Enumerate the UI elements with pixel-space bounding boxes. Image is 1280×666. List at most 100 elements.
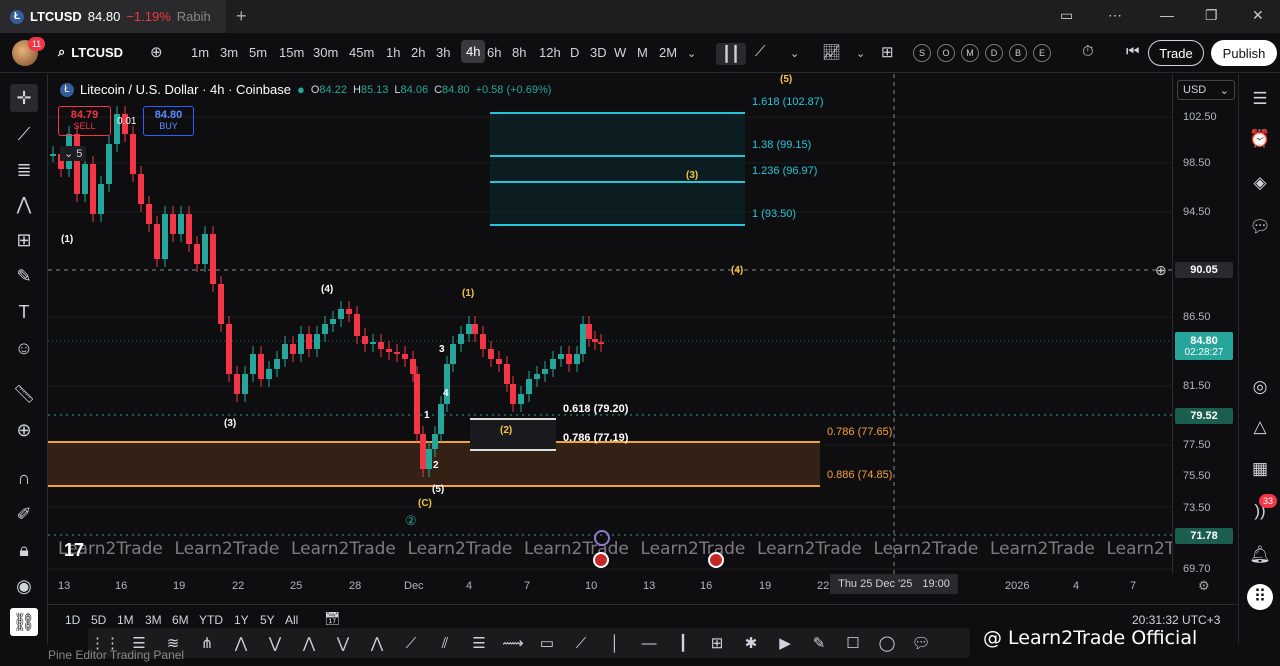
tradingview-logo[interactable]: 17 bbox=[64, 540, 84, 561]
timeframe-8h[interactable]: 8h bbox=[512, 45, 526, 60]
pattern-tool-icon[interactable]: ✱ bbox=[740, 633, 762, 653]
layouts-grid-icon[interactable]: ⊞ bbox=[881, 43, 894, 61]
target-icon[interactable]: ◎ bbox=[1247, 374, 1273, 400]
range-ytd[interactable]: YTD bbox=[199, 613, 223, 627]
ray-tool-icon[interactable]: ⟋ bbox=[570, 633, 592, 653]
position-tool-icon[interactable]: ┃ bbox=[672, 633, 694, 653]
fib-tool-icon[interactable]: ≣ bbox=[10, 156, 38, 184]
grid-tool-icon[interactable]: ⊞ bbox=[706, 633, 728, 653]
calendar-icon[interactable]: ▦ bbox=[1247, 456, 1273, 482]
path-tool-icon[interactable]: ⟿ bbox=[502, 633, 524, 653]
zoom-icon[interactable]: ⊕ bbox=[10, 416, 38, 444]
browser-tab[interactable]: Ł LTCUSD 84.80 −1.19% Rabih bbox=[0, 0, 226, 33]
price-axis[interactable]: USD ⌄ 102.50 98.50 94.50 90.05 86.50 84.8… bbox=[1172, 74, 1238, 575]
channel-tool-icon[interactable]: ☰ bbox=[468, 633, 490, 653]
layers-icon[interactable]: ◈ bbox=[1247, 170, 1273, 196]
timeframe-3D[interactable]: 3D bbox=[590, 45, 607, 60]
range-1y[interactable]: 1Y bbox=[234, 613, 249, 627]
replay-icon[interactable]: ⏮ bbox=[1126, 43, 1140, 60]
indicators-icon[interactable]: 📈︎ bbox=[822, 43, 841, 61]
currency-select[interactable]: USD ⌄ bbox=[1177, 80, 1235, 100]
bell-icon[interactable]: 🔔︎ bbox=[1247, 542, 1273, 568]
timeframe-M[interactable]: M bbox=[637, 45, 648, 60]
brush-icon[interactable]: ✎ bbox=[10, 262, 38, 290]
emoji-icon[interactable]: ☺ bbox=[10, 334, 38, 362]
timeframe-6h[interactable]: 6h bbox=[487, 45, 501, 60]
range-1m[interactable]: 1M bbox=[117, 613, 134, 627]
elliott-3-tool-icon[interactable]: ⋀ bbox=[298, 633, 320, 653]
quick-button-o[interactable]: O bbox=[937, 44, 955, 62]
link-icon[interactable]: ⛓ bbox=[10, 608, 38, 636]
timeframe-4h[interactable]: 4h bbox=[461, 40, 486, 63]
chevron-down-icon[interactable]: ⌄ bbox=[790, 47, 799, 60]
publish-button[interactable]: Publish bbox=[1211, 40, 1277, 66]
chart-area[interactable]: Learn2Trade Learn2Trade Learn2Trade Learn2T… bbox=[48, 74, 1172, 574]
clock[interactable]: 20:31:32 UTC+3 bbox=[1132, 613, 1220, 627]
more-dots-icon[interactable]: ⋯ bbox=[1108, 7, 1122, 24]
callout-tool-icon[interactable]: ☐ bbox=[842, 633, 864, 653]
hline-tool-icon[interactable]: ― bbox=[638, 633, 660, 653]
pitchfork-tool-icon[interactable]: ⋔ bbox=[196, 633, 218, 653]
layout-icon[interactable]: ▭ bbox=[1060, 7, 1073, 24]
ellipse-tool-icon[interactable]: ◯ bbox=[876, 633, 898, 653]
candles-icon[interactable]: ┃┃ bbox=[716, 43, 747, 65]
range-6m[interactable]: 6M bbox=[172, 613, 189, 627]
line-chart-icon[interactable]: ⟋ bbox=[755, 43, 766, 60]
symbol-search[interactable]: ⌕ LTCUSD bbox=[58, 44, 123, 60]
brush-tool-icon[interactable]: ✎ bbox=[808, 633, 830, 653]
time-axis[interactable]: 13 16 19 22 25 28 Dec 4 7 10 13 16 19 22 2026 4 7 Thu 25… bbox=[48, 574, 1238, 600]
magnet-icon[interactable]: ∩ bbox=[10, 464, 38, 492]
range-all[interactable]: All bbox=[285, 613, 298, 627]
us-flag-event-icon[interactable] bbox=[593, 552, 609, 568]
pattern-icon[interactable]: ⋀ bbox=[10, 190, 38, 218]
rect-tool-icon[interactable]: ▭ bbox=[536, 633, 558, 653]
indicators-toggle[interactable]: ⌄ 5 bbox=[60, 146, 87, 161]
us-flag-event-icon[interactable] bbox=[708, 552, 724, 568]
close-icon[interactable]: ✕ bbox=[1252, 7, 1264, 24]
quick-button-e[interactable]: E bbox=[1033, 44, 1051, 62]
buy-button[interactable]: 84.80 BUY bbox=[143, 106, 194, 136]
range-3m[interactable]: 3M bbox=[145, 613, 162, 627]
new-tab-plus-icon[interactable]: + bbox=[236, 6, 247, 27]
timeframe-1m[interactable]: 1m bbox=[191, 45, 209, 60]
timeframe-2h[interactable]: 2h bbox=[411, 45, 425, 60]
alert-clock-icon[interactable]: ⏱ bbox=[1082, 43, 1094, 60]
settings-gear-icon[interactable]: ⚙ bbox=[1198, 578, 1210, 594]
play-tool-icon[interactable]: ▶ bbox=[774, 633, 796, 653]
vline-tool-icon[interactable]: │ bbox=[604, 633, 626, 653]
sell-button[interactable]: 84.79 SELL bbox=[58, 106, 111, 136]
quick-button-m[interactable]: M bbox=[961, 44, 979, 62]
forecast-icon[interactable]: ⊞ bbox=[10, 226, 38, 254]
elliott-4-tool-icon[interactable]: ⋁ bbox=[332, 633, 354, 653]
crosshair-icon[interactable]: ✛ bbox=[10, 84, 38, 112]
chat-icon[interactable]: 💬︎ bbox=[1247, 214, 1273, 240]
comment-tool-icon[interactable]: 💬︎ bbox=[910, 633, 932, 653]
quick-button-d[interactable]: D bbox=[985, 44, 1003, 62]
timeframe-3h[interactable]: 3h bbox=[436, 45, 450, 60]
minimize-icon[interactable]: — bbox=[1160, 7, 1174, 23]
compare-plus-icon[interactable]: ⊕ bbox=[150, 43, 163, 61]
watchlist-icon[interactable]: ☰ bbox=[1247, 86, 1273, 112]
chevron-down-icon[interactable]: ⌄ bbox=[856, 47, 865, 60]
timeframe-45m[interactable]: 45m bbox=[349, 45, 374, 60]
quick-button-b[interactable]: B bbox=[1009, 44, 1027, 62]
timeframe-30m[interactable]: 30m bbox=[313, 45, 338, 60]
parallel-tool-icon[interactable]: ⫽ bbox=[434, 633, 456, 653]
ruler-icon[interactable]: 📏︎ bbox=[10, 380, 38, 408]
timeframe-D[interactable]: D bbox=[570, 45, 579, 60]
lock-icon[interactable]: 🔒︎ bbox=[10, 536, 38, 564]
timeframe-15m[interactable]: 15m bbox=[279, 45, 304, 60]
timeframe-2M[interactable]: 2M bbox=[659, 45, 677, 60]
chart-canvas[interactable]: Learn2Trade Learn2Trade Learn2Trade Learn2T… bbox=[48, 74, 1172, 574]
chevron-down-icon[interactable]: ⌄ bbox=[687, 47, 696, 60]
bottom-panels[interactable]: Pine Editor Trading Panel bbox=[48, 648, 184, 662]
add-alert-plus-icon[interactable]: ⊕ bbox=[1155, 262, 1167, 279]
restore-icon[interactable]: ❐ bbox=[1205, 7, 1218, 24]
eye-icon[interactable]: ◉ bbox=[10, 572, 38, 600]
elliott-1-tool-icon[interactable]: ⋀ bbox=[230, 633, 252, 653]
timeframe-3m[interactable]: 3m bbox=[220, 45, 238, 60]
range-5y[interactable]: 5Y bbox=[260, 613, 275, 627]
elliott-2-tool-icon[interactable]: ⋁ bbox=[264, 633, 286, 653]
timeframe-5m[interactable]: 5m bbox=[249, 45, 267, 60]
timeframe-1h[interactable]: 1h bbox=[386, 45, 400, 60]
